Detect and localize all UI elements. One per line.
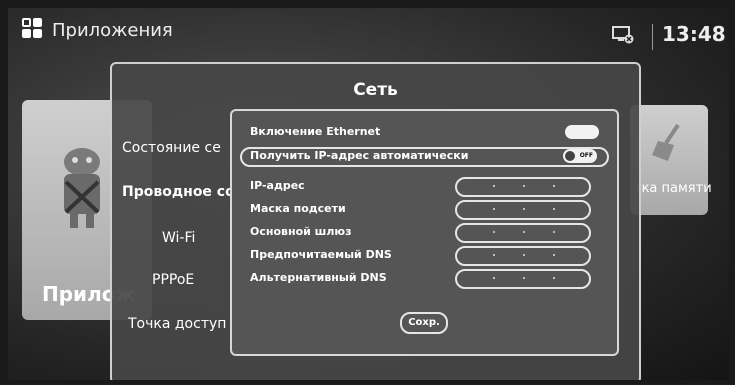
android-robot-icon bbox=[64, 148, 100, 228]
header-separator bbox=[652, 24, 653, 50]
ethernet-label: Включение Ethernet bbox=[250, 125, 381, 138]
alternate-dns-input[interactable] bbox=[455, 269, 591, 289]
broom-icon bbox=[652, 123, 680, 161]
alternate-dns-label: Альтернативный DNS bbox=[250, 271, 387, 284]
toggle-knob bbox=[565, 151, 575, 161]
subnet-mask-row: Маска подсети bbox=[244, 200, 605, 220]
clock: 13:48 bbox=[662, 22, 726, 46]
apps-grid-icon[interactable] bbox=[22, 18, 44, 40]
dialog-title: Сеть bbox=[353, 80, 398, 100]
preferred-dns-input[interactable] bbox=[455, 246, 591, 266]
gateway-row: Основной шлюз bbox=[244, 223, 605, 243]
ethernet-row[interactable]: Включение Ethernet bbox=[244, 123, 605, 143]
ethernet-toggle[interactable] bbox=[565, 125, 599, 139]
subnet-mask-label: Маска подсети bbox=[250, 202, 346, 215]
auto-ip-label: Получить IP-адрес автоматически bbox=[250, 149, 469, 162]
auto-ip-toggle[interactable]: OFF bbox=[563, 149, 597, 163]
toggle-state-text: OFF bbox=[579, 152, 593, 159]
apps-title: Приложения bbox=[52, 20, 173, 41]
tv-screen: Приложения 13:48 Прилож тка памяти Сеть bbox=[8, 8, 729, 380]
alternate-dns-row: Альтернативный DNS bbox=[244, 269, 605, 289]
ip-address-input[interactable] bbox=[455, 177, 591, 197]
menu-item-hotspot[interactable]: Точка доступ bbox=[128, 316, 236, 332]
preferred-dns-label: Предпочитаемый DNS bbox=[250, 248, 392, 261]
top-bar: Приложения 13:48 bbox=[8, 8, 729, 58]
wired-settings-panel: Включение Ethernet Получить IP-адрес авт… bbox=[230, 109, 619, 356]
menu-item-wired[interactable]: Проводное со bbox=[122, 184, 230, 200]
background-memory-card: тка памяти bbox=[630, 105, 712, 215]
preferred-dns-row: Предпочитаемый DNS bbox=[244, 246, 605, 266]
menu-item-status[interactable]: Состояние се bbox=[122, 140, 230, 156]
gateway-input[interactable] bbox=[455, 223, 591, 243]
ip-address-row: IP-адрес bbox=[244, 177, 605, 197]
save-button[interactable]: Сохр. bbox=[400, 312, 448, 334]
network-dialog: Сеть Состояние се Проводное со Wi-Fi PPP… bbox=[110, 62, 641, 380]
background-card-label: тка памяти bbox=[634, 181, 712, 196]
subnet-mask-input[interactable] bbox=[455, 200, 591, 220]
auto-ip-row[interactable]: Получить IP-адрес автоматически OFF bbox=[240, 147, 609, 167]
gateway-label: Основной шлюз bbox=[250, 225, 352, 238]
network-disconnected-icon bbox=[612, 26, 634, 44]
ip-address-label: IP-адрес bbox=[250, 179, 305, 192]
